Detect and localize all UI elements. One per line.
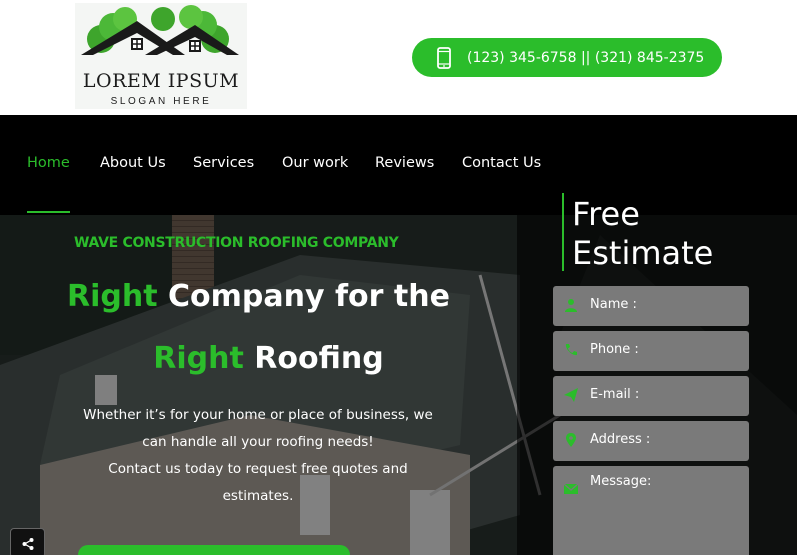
nav-services[interactable]: Services bbox=[193, 155, 254, 171]
hero-copy-line: estimates. bbox=[222, 488, 294, 504]
phone-field[interactable]: Phone : bbox=[553, 331, 749, 371]
share-button[interactable] bbox=[10, 528, 45, 555]
logo[interactable]: LOREM IPSUM SLOGAN HERE bbox=[75, 3, 247, 109]
nav-home[interactable]: Home bbox=[27, 155, 70, 171]
nav-contact-us[interactable]: Contact Us bbox=[462, 155, 541, 171]
hero-copy-line: Whether it’s for your home or place of b… bbox=[83, 407, 433, 423]
address-label: Address : bbox=[590, 432, 651, 447]
logo-title: LOREM IPSUM bbox=[82, 70, 240, 92]
estimate-title-line1: Free bbox=[572, 195, 640, 233]
message-field[interactable]: Message: bbox=[553, 466, 749, 555]
envelope-icon bbox=[564, 483, 578, 494]
hero-eyebrow: WAVE CONSTRUCTION ROOFING COMPANY bbox=[74, 235, 399, 251]
estimate-title-accent bbox=[562, 193, 564, 271]
hero-cta-button[interactable] bbox=[78, 545, 350, 555]
address-field[interactable]: Address : bbox=[553, 421, 749, 461]
headline-green-word: Right bbox=[153, 341, 244, 376]
name-label: Name : bbox=[590, 297, 637, 312]
hero-headline-line1: Right Company for the bbox=[0, 279, 517, 314]
house-logo-icon bbox=[81, 5, 239, 55]
phone-label: Phone : bbox=[590, 342, 639, 357]
headline-text: Company for the bbox=[157, 279, 450, 314]
hero-copy-line: Contact us today to request free quotes … bbox=[108, 461, 408, 477]
mobile-phone-icon bbox=[437, 46, 451, 69]
name-field[interactable]: Name : bbox=[553, 286, 749, 326]
headline-text: Roofing bbox=[243, 341, 384, 376]
hero-description: Whether it’s for your home or place of b… bbox=[58, 402, 458, 510]
hero-copy-line: can handle all your roofing needs! bbox=[142, 434, 374, 450]
email-label: E-mail : bbox=[590, 387, 640, 402]
map-pin-icon bbox=[566, 433, 576, 447]
estimate-title-line2: Estimate bbox=[572, 234, 714, 272]
nav-reviews[interactable]: Reviews bbox=[375, 155, 434, 171]
site-header: LOREM IPSUM SLOGAN HERE (123) 345-6758 |… bbox=[0, 0, 797, 115]
phone-button[interactable]: (123) 345-6758 || (321) 845-2375 bbox=[412, 38, 722, 77]
nav-about-us[interactable]: About Us bbox=[100, 155, 166, 171]
user-icon bbox=[565, 299, 577, 312]
nav-our-work[interactable]: Our work bbox=[282, 155, 348, 171]
phone-numbers: (123) 345-6758 || (321) 845-2375 bbox=[467, 49, 705, 66]
share-icon bbox=[22, 538, 34, 550]
message-label: Message: bbox=[590, 474, 652, 489]
email-field[interactable]: E-mail : bbox=[553, 376, 749, 416]
send-icon bbox=[564, 388, 578, 402]
headline-green-word: Right bbox=[67, 279, 158, 314]
estimate-title: Free Estimate bbox=[572, 195, 713, 273]
phone-icon bbox=[565, 344, 577, 356]
logo-slogan: SLOGAN HERE bbox=[110, 96, 212, 107]
hero-headline-line2: Right Roofing bbox=[10, 341, 527, 376]
active-nav-indicator bbox=[27, 211, 70, 213]
